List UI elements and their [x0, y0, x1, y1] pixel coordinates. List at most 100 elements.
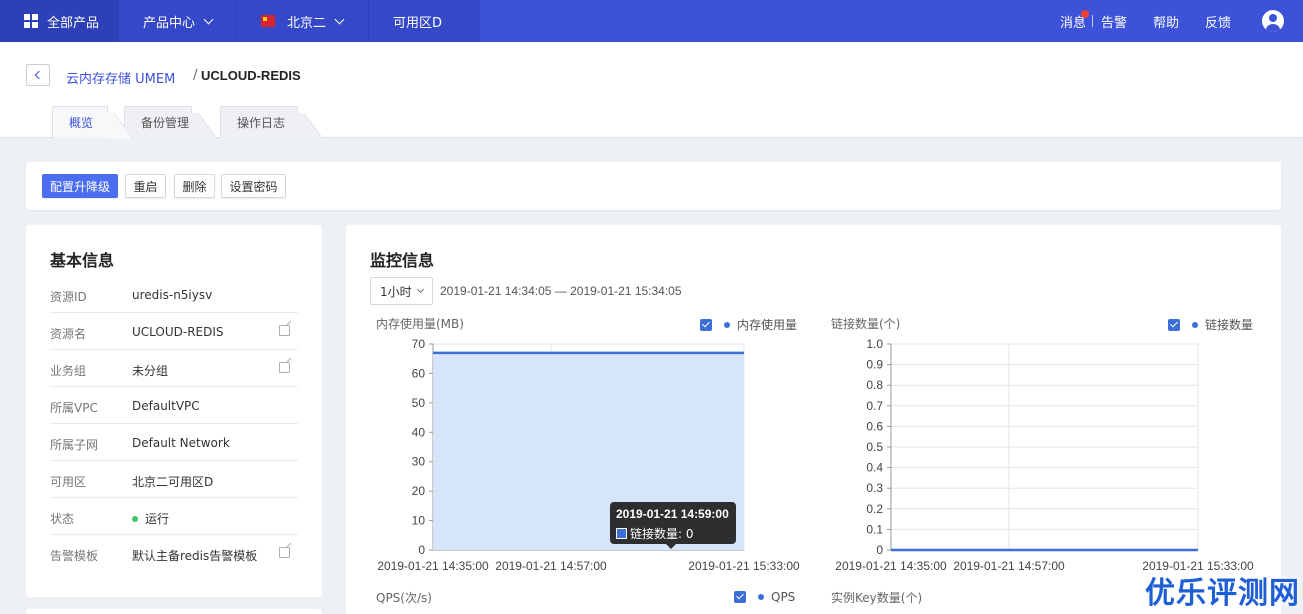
page-title: UCLOUD-REDIS	[201, 68, 301, 83]
tooltip-arrow	[666, 544, 676, 549]
info-row-resource-name: 资源名 UCLOUD-REDIS	[50, 313, 298, 350]
product-center-label: 产品中心	[143, 15, 196, 31]
region-label: 北京二	[287, 15, 327, 31]
legend-label: 内存使用量	[737, 318, 798, 332]
legend-dot	[758, 594, 764, 600]
info-value: 北京二可用区D	[132, 475, 214, 489]
page-header: 云内存存储 UMEM / UCLOUD-REDIS 概览 备份管理 操作日志	[0, 42, 1303, 138]
set-password-button[interactable]: 设置密码	[221, 174, 286, 198]
upgrade-button[interactable]: 配置升降级	[42, 174, 118, 198]
legend-dot	[1192, 321, 1198, 328]
chart-title-memory: 内存使用量(MB)	[376, 317, 464, 331]
legend-connections[interactable]: 链接数量	[1168, 316, 1253, 333]
back-button[interactable]	[26, 64, 50, 86]
tab-label: 备份管理	[141, 116, 190, 130]
status-dot-icon	[132, 515, 138, 522]
tab-label: 操作日志	[237, 116, 286, 130]
legend-label: QPS	[771, 590, 796, 604]
top-navbar: 全部产品 产品中心 北京二 可用区D 消息 告警 帮助 反馈	[0, 0, 1303, 42]
zone-label: 可用区D	[393, 15, 443, 31]
alarm-link[interactable]: 告警	[1101, 0, 1127, 42]
tab-label: 概览	[69, 116, 94, 130]
monitor-card: 监控信息 1小时 2019-01-21 14:34:05 — 2019-01-2…	[346, 225, 1281, 614]
tab-operation-log[interactable]: 操作日志	[220, 106, 298, 138]
checkbox-icon[interactable]	[1168, 318, 1180, 331]
tooltip-value: 链接数量: 0	[630, 527, 694, 541]
info-row-zone: 可用区 北京二可用区D	[50, 461, 298, 498]
alarm-label: 告警	[1101, 15, 1128, 31]
china-flag-icon	[261, 15, 275, 27]
info-row-business-group: 业务组 未分组	[50, 350, 298, 387]
help-label: 帮助	[1153, 15, 1180, 31]
chart-title-connections: 链接数量(个)	[831, 317, 901, 331]
info-label: 资源名	[50, 327, 87, 341]
legend-dot	[724, 321, 730, 328]
restart-button[interactable]: 重启	[125, 174, 166, 198]
next-card	[26, 609, 322, 614]
help-link[interactable]: 帮助	[1153, 0, 1179, 42]
info-value: 未分组	[132, 364, 169, 378]
chevron-down-icon	[334, 14, 345, 24]
breadcrumb-separator: /	[193, 68, 198, 83]
all-products-menu[interactable]: 全部产品	[0, 0, 118, 42]
monitor-title: 监控信息	[370, 251, 435, 270]
series-swatch	[616, 528, 627, 539]
time-range-text: 2019-01-21 14:34:05 — 2019-01-21 15:34:0…	[440, 284, 682, 298]
delete-button[interactable]: 删除	[174, 174, 215, 198]
chevron-down-icon	[416, 285, 424, 293]
tab-backup[interactable]: 备份管理	[124, 106, 192, 138]
info-label: 所属子网	[50, 438, 99, 452]
nav-divider	[1092, 15, 1093, 27]
legend-qps[interactable]: QPS	[734, 590, 795, 604]
info-label: 可用区	[50, 475, 87, 489]
info-label: 告警模板	[50, 549, 99, 563]
info-label: 资源ID	[50, 290, 87, 304]
tooltip-row: 链接数量: 0	[616, 525, 694, 542]
chart-title-qps: QPS(次/s)	[376, 591, 432, 605]
info-label: 状态	[50, 512, 75, 526]
notification-dot	[1081, 10, 1089, 18]
edit-icon[interactable]	[279, 325, 290, 336]
info-row-alarm-template: 告警模板 默认主备redis告警模板	[50, 535, 298, 572]
range-value: 1小时	[380, 284, 412, 299]
info-value: 默认主备redis告警模板	[132, 549, 258, 563]
messages-link[interactable]: 消息	[1060, 0, 1089, 42]
chart-tooltip: 2019-01-21 14:59:00 链接数量: 0	[610, 502, 736, 549]
legend-label: 链接数量	[1205, 318, 1254, 332]
tab-overview[interactable]: 概览	[52, 106, 108, 138]
feedback-label: 反馈	[1205, 15, 1232, 31]
chevron-down-icon	[203, 14, 214, 24]
legend-memory[interactable]: 内存使用量	[700, 316, 797, 333]
info-value: UCLOUD-REDIS	[132, 325, 224, 339]
region-dropdown[interactable]: 北京二	[236, 0, 368, 42]
grid-icon	[24, 14, 38, 28]
basic-info-title: 基本信息	[50, 251, 115, 270]
user-avatar-icon[interactable]	[1262, 10, 1284, 32]
time-range-select[interactable]: 1小时	[370, 277, 433, 305]
info-value: Default Network	[132, 436, 230, 450]
status-badge: 运行	[132, 510, 169, 527]
zone-selector[interactable]: 可用区D	[368, 0, 480, 42]
info-label: 业务组	[50, 364, 87, 378]
info-row-vpc: 所属VPC DefaultVPC	[50, 387, 298, 424]
all-products-label: 全部产品	[47, 15, 100, 31]
tooltip-time: 2019-01-21 14:59:00	[616, 507, 729, 521]
status-text: 运行	[145, 512, 170, 526]
breadcrumb-parent-link[interactable]: 云内存存储 UMEM	[66, 68, 175, 87]
feedback-link[interactable]: 反馈	[1205, 0, 1231, 42]
info-row-resource-id: 资源ID uredis-n5iysv	[50, 276, 298, 313]
checkbox-icon[interactable]	[700, 318, 712, 331]
info-row-status: 状态 运行	[50, 498, 298, 535]
edit-icon[interactable]	[279, 547, 290, 558]
info-value: uredis-n5iysv	[132, 288, 213, 302]
edit-icon[interactable]	[279, 362, 290, 373]
action-toolbar: 配置升降级 重启 删除 设置密码	[26, 162, 1281, 210]
info-row-subnet: 所属子网 Default Network	[50, 424, 298, 461]
info-label: 所属VPC	[50, 401, 98, 415]
checkbox-icon[interactable]	[734, 591, 746, 603]
watermark-logo: 优乐评测网	[1145, 576, 1300, 611]
basic-info-card: 基本信息 资源ID uredis-n5iysv 资源名 UCLOUD-REDIS…	[26, 225, 322, 597]
info-value: DefaultVPC	[132, 399, 200, 413]
chart-title-keys: 实例Key数量(个)	[831, 591, 923, 605]
product-center-dropdown[interactable]: 产品中心	[118, 0, 236, 42]
